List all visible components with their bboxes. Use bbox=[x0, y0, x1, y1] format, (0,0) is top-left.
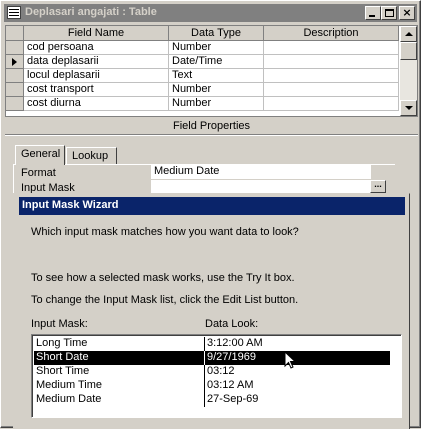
close-icon: × bbox=[402, 6, 412, 19]
field-grid: Field Name Data Type Description cod per… bbox=[5, 25, 418, 117]
table-design-window: Deplasari angajati : Table × Field Name … bbox=[0, 0, 421, 429]
maximize-button[interactable] bbox=[381, 6, 397, 20]
description-cell[interactable] bbox=[264, 83, 399, 97]
header-data-type[interactable]: Data Type bbox=[169, 26, 264, 41]
tab-lookup[interactable]: Lookup bbox=[66, 147, 117, 165]
description-cell[interactable] bbox=[264, 55, 399, 69]
description-cell[interactable] bbox=[264, 41, 399, 55]
list-item-selected[interactable]: Short Date 9/27/1969 bbox=[34, 351, 390, 365]
grid-corner[interactable] bbox=[6, 26, 24, 41]
grid-header: Field Name Data Type Description bbox=[6, 26, 401, 41]
wizard-question: Which input mask matches how you want da… bbox=[31, 226, 299, 238]
table-row[interactable]: cost transport Number bbox=[6, 83, 401, 97]
maximize-icon bbox=[385, 9, 394, 17]
data-type-cell[interactable]: Text bbox=[169, 69, 264, 83]
mask-data-look: 03:12 bbox=[207, 365, 235, 377]
data-type-cell[interactable]: Number bbox=[169, 97, 264, 111]
mask-name: Short Date bbox=[36, 351, 89, 363]
mask-data-look: 9/27/1969 bbox=[207, 351, 256, 363]
row-selector[interactable] bbox=[6, 69, 24, 83]
scroll-thumb[interactable] bbox=[400, 42, 417, 60]
minimize-button[interactable] bbox=[365, 6, 381, 20]
mask-name: Medium Time bbox=[36, 379, 103, 391]
format-field[interactable]: Medium Date bbox=[151, 165, 371, 179]
column-divider bbox=[204, 365, 205, 379]
list-item[interactable]: Short Time 03:12 bbox=[34, 365, 390, 379]
current-row-arrow-icon bbox=[12, 58, 17, 66]
data-type-cell[interactable]: Date/Time bbox=[169, 55, 264, 69]
try-it-hint: To see how a selected mask works, use th… bbox=[31, 272, 295, 284]
arrow-up-icon bbox=[405, 32, 413, 36]
window-title: Deplasari angajati : Table bbox=[25, 6, 157, 18]
row-selector[interactable] bbox=[6, 55, 24, 69]
minimize-icon bbox=[369, 15, 375, 17]
input-mask-list[interactable]: Long Time 3:12:00 AM Short Date 9/27/196… bbox=[31, 334, 402, 418]
column-divider bbox=[204, 351, 205, 365]
header-description[interactable]: Description bbox=[264, 26, 399, 41]
list-item[interactable]: Long Time 3:12:00 AM bbox=[34, 337, 390, 351]
table-row[interactable]: locul deplasarii Text bbox=[6, 69, 401, 83]
input-mask-wizard-dialog: Input Mask Wizard Which input mask match… bbox=[13, 193, 410, 429]
window-title-bar[interactable]: Deplasari angajati : Table × bbox=[4, 4, 417, 22]
format-label: Format bbox=[21, 167, 56, 179]
description-cell[interactable] bbox=[264, 69, 399, 83]
table-row[interactable]: cost diurna Number bbox=[6, 97, 401, 111]
mouse-pointer-icon bbox=[284, 351, 297, 369]
input-mask-column-label: Input Mask: bbox=[31, 318, 88, 330]
mask-data-look: 3:12:00 AM bbox=[207, 337, 263, 349]
data-type-cell[interactable]: Number bbox=[169, 41, 264, 55]
header-field-name[interactable]: Field Name bbox=[24, 26, 169, 41]
field-name-cell[interactable]: cod persoana bbox=[24, 41, 169, 55]
edit-list-hint: To change the Input Mask list, click the… bbox=[31, 294, 299, 306]
table-row[interactable]: cod persoana Number bbox=[6, 41, 401, 55]
row-selector[interactable] bbox=[6, 83, 24, 97]
row-selector[interactable] bbox=[6, 97, 24, 111]
scroll-up-button[interactable] bbox=[400, 26, 417, 42]
input-mask-field[interactable] bbox=[151, 180, 371, 194]
field-name-cell[interactable]: data deplasarii bbox=[24, 55, 169, 69]
column-divider bbox=[204, 393, 205, 407]
divider bbox=[5, 134, 418, 136]
build-button[interactable]: ... bbox=[370, 180, 386, 193]
field-name-cell[interactable]: cost diurna bbox=[24, 97, 169, 111]
field-name-cell[interactable]: locul deplasarii bbox=[24, 69, 169, 83]
field-properties-heading: Field Properties bbox=[172, 120, 251, 132]
description-cell[interactable] bbox=[264, 97, 399, 111]
tab-general[interactable]: General bbox=[15, 145, 65, 165]
row-selector[interactable] bbox=[6, 41, 24, 55]
grid-scrollbar[interactable] bbox=[400, 26, 417, 116]
mask-data-look: 03:12 AM bbox=[207, 379, 254, 391]
list-item[interactable]: Medium Time 03:12 AM bbox=[34, 379, 390, 393]
arrow-down-icon bbox=[405, 106, 413, 110]
mask-name: Medium Date bbox=[36, 393, 102, 405]
list-item[interactable]: Medium Date 27-Sep-69 bbox=[34, 393, 390, 407]
mask-name: Long Time bbox=[36, 337, 88, 349]
table-row[interactable]: data deplasarii Date/Time bbox=[6, 55, 401, 69]
column-divider bbox=[204, 337, 205, 351]
table-icon bbox=[7, 6, 21, 19]
mask-name: Short Time bbox=[36, 365, 90, 377]
data-type-cell[interactable]: Number bbox=[169, 83, 264, 97]
column-divider bbox=[204, 379, 205, 393]
wizard-title[interactable]: Input Mask Wizard bbox=[19, 197, 405, 215]
scroll-down-button[interactable] bbox=[400, 100, 417, 116]
field-name-cell[interactable]: cost transport bbox=[24, 83, 169, 97]
close-button[interactable]: × bbox=[399, 6, 415, 20]
data-look-column-label: Data Look: bbox=[205, 318, 259, 330]
mask-data-look: 27-Sep-69 bbox=[207, 393, 259, 405]
